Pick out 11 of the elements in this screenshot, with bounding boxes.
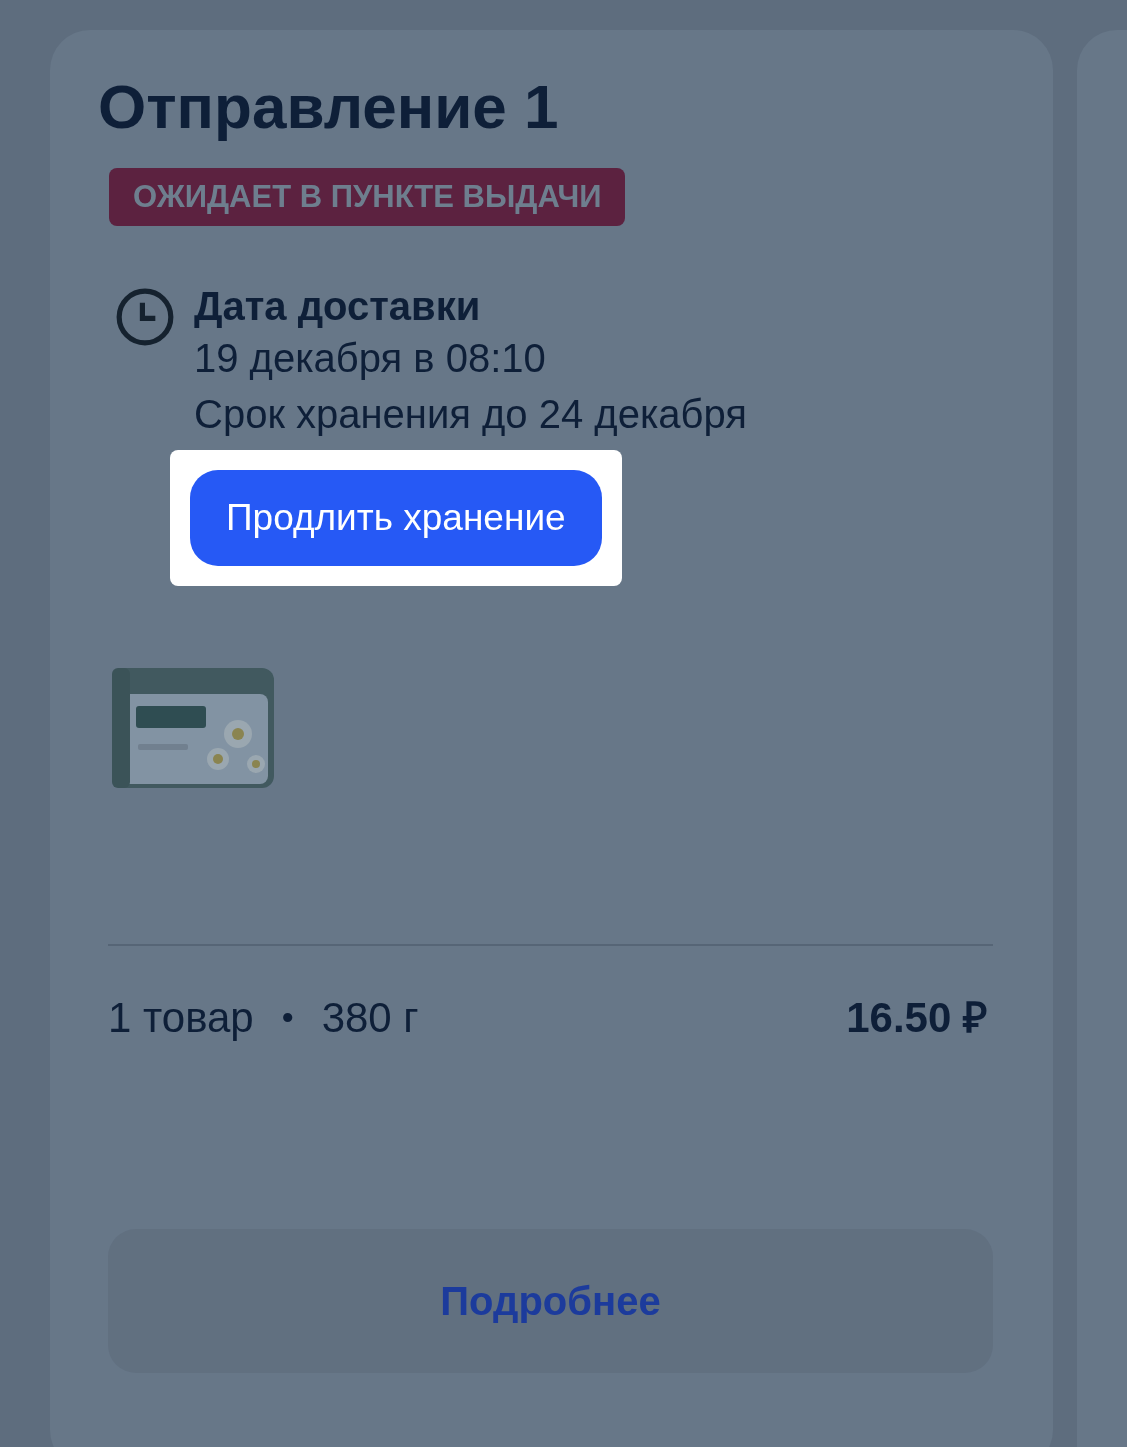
clock-icon [114,286,176,348]
separator-dot: • [281,997,294,1038]
status-badge: ОЖИДАЕТ В ПУНКТЕ ВЫДАЧИ [109,167,626,226]
storage-until: Срок хранения до 24 декабря [194,391,747,438]
total-price: 16.50 ₽ [846,993,987,1043]
item-weight: 380 г [321,993,419,1043]
extend-storage-button[interactable]: Продлить хранение [190,470,602,566]
shipment-title: Отправление 1 [98,71,560,143]
delivery-label: Дата доставки [194,283,482,330]
delivery-date: 19 декабря в 08:10 [194,335,547,382]
item-count: 1 товар [108,993,254,1043]
